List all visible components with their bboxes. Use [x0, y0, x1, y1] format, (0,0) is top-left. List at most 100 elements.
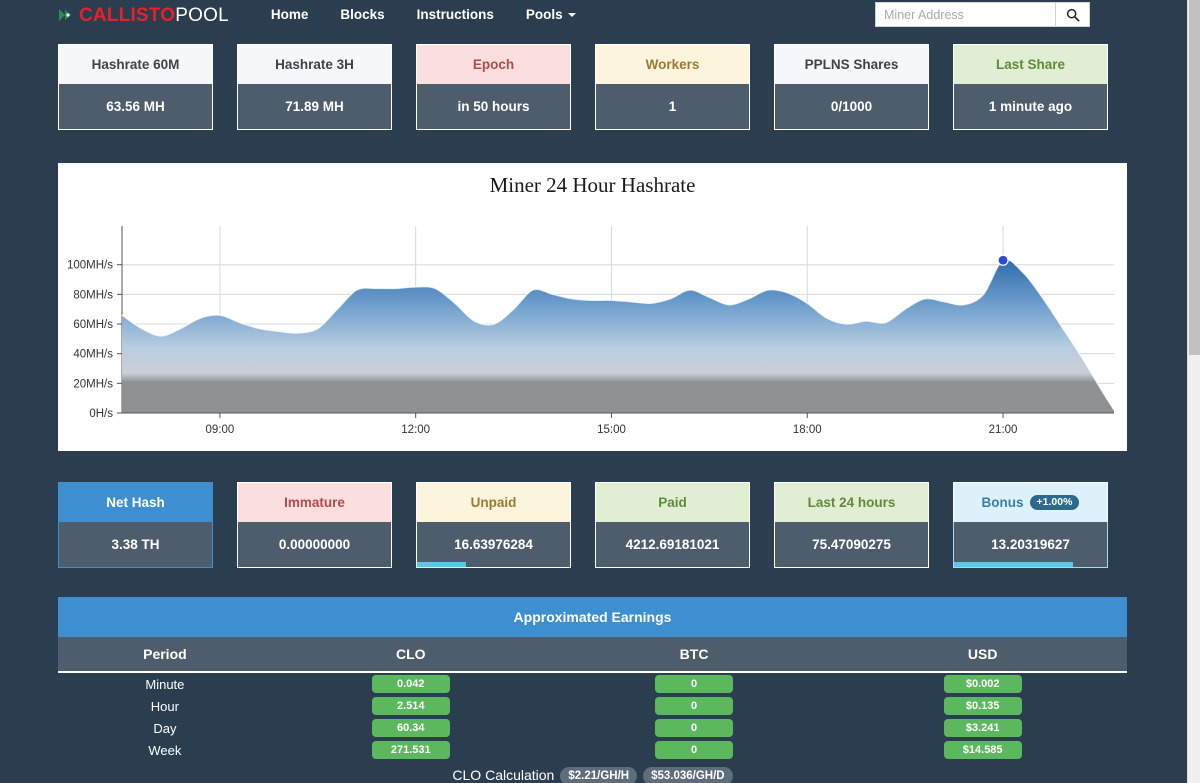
cell-clo-label: 271.531 — [371, 741, 450, 759]
nav-link-home[interactable]: Home — [255, 0, 325, 30]
chart-ytick-label: 0H/s — [89, 408, 113, 420]
chart-title: Miner 24 Hour Hashrate — [489, 173, 696, 197]
page-scrollbar-thumb[interactable] — [1189, 0, 1200, 355]
chart-highlight-point[interactable] — [997, 254, 1009, 266]
brand-logo[interactable]: CALLISTOPOOL — [58, 6, 229, 25]
stat-card-title-text: Last 24 hours — [807, 495, 896, 510]
chart-area[interactable]: 0H/s 20MH/s 40MH/s 60MH/s 80MH/s 100MH/s 09:00… — [59, 198, 1128, 448]
stat-card: Workers 1 — [595, 44, 750, 130]
stat-card-title: Epoch — [416, 44, 571, 84]
stat-card-value-text: 0.00000000 — [278, 537, 351, 552]
nav-link-pools[interactable]: Pools — [510, 0, 592, 30]
stats-row-bottom: Net Hash 3.38 TH Immature 0.00000000 Unpaid 1… — [58, 482, 1108, 568]
stat-card-title-text: Hashrate 60M — [91, 57, 180, 72]
stat-card-value-text: 13.20319627 — [991, 537, 1070, 552]
search-icon — [1066, 8, 1080, 22]
stat-card-title: Bonus +1.00% — [953, 482, 1108, 522]
table-row: Week 271.531 0 $14.585 — [58, 739, 1127, 761]
stat-card-title-text: Bonus — [981, 495, 1024, 510]
stat-card-title-text: Last Share — [995, 57, 1066, 72]
chart-ytick-label: 60MH/s — [73, 319, 113, 331]
stat-card-value: 13.20319627 — [953, 522, 1108, 568]
stat-card-value-text: 71.89 MH — [285, 99, 344, 114]
cell-btc: 0 — [550, 717, 839, 739]
stat-card-title: Workers — [595, 44, 750, 84]
stat-card: Bonus +1.00% 13.20319627 — [953, 482, 1108, 568]
nav-link-pools-label: Pools — [525, 7, 563, 22]
stat-card-value: 75.47090275 — [774, 522, 929, 568]
search-input[interactable] — [875, 2, 1055, 27]
stat-card: PPLNS Shares 0/1000 — [774, 44, 929, 130]
stat-card-value: 4212.69181021 — [595, 522, 750, 568]
stats-row-top: Hashrate 60M 63.56 MH Hashrate 3H 71.89 MH E… — [58, 44, 1108, 130]
chart-xtick-label: 21:00 — [989, 424, 1018, 436]
chart-ytick-label: 20MH/s — [73, 378, 113, 390]
clo-calculation-label: CLO Calculation — [452, 767, 555, 783]
stat-card: Last Share 1 minute ago — [953, 44, 1108, 130]
cell-usd-label: $0.002 — [943, 675, 1022, 693]
stat-card-value: 0.00000000 — [237, 522, 392, 568]
stat-card-value-text: 63.56 MH — [106, 99, 165, 114]
stat-card-value-text: 4212.69181021 — [625, 537, 720, 552]
stat-card: Paid 4212.69181021 — [595, 482, 750, 568]
cell-clo: 2.514 — [272, 695, 550, 717]
stat-card-value-text: 1 minute ago — [988, 99, 1073, 114]
clo-rate-daily-badge: $53.036/GH/D — [643, 767, 733, 783]
cell-usd-label: $14.585 — [943, 741, 1022, 759]
stat-card: Hashrate 60M 63.56 MH — [58, 44, 213, 130]
stat-card: Unpaid 16.63976284 — [416, 482, 571, 568]
stat-card-title-text: Paid — [658, 495, 687, 510]
cell-clo: 271.531 — [272, 739, 550, 761]
cell-btc-label: 0 — [655, 741, 734, 759]
stat-card-title-text: Epoch — [472, 57, 515, 72]
stat-card-title: Net Hash — [58, 482, 213, 522]
cell-btc: 0 — [550, 739, 839, 761]
chart-ytick-label: 40MH/s — [73, 349, 113, 361]
search-button[interactable] — [1055, 2, 1090, 27]
earnings-table: Period CLO BTC USD Minute 0.042 0 $0.002 Hou… — [58, 637, 1127, 761]
cell-period: Hour — [150, 698, 179, 714]
chart-ytick-label: 100MH/s — [67, 260, 113, 272]
stat-card-value-text: 75.47090275 — [812, 537, 891, 552]
table-row: Day 60.34 0 $3.241 — [58, 717, 1127, 739]
chart-ytick-label: 80MH/s — [73, 289, 113, 301]
stat-card: Immature 0.00000000 — [237, 482, 392, 568]
nav-link-blocks[interactable]: Blocks — [324, 0, 400, 30]
stat-card-title: Hashrate 60M — [58, 44, 213, 84]
hashrate-chart-panel: Miner 24 Hour Hashrate 0H/s 20MH/s 40MH/s 6… — [58, 163, 1127, 451]
stat-card: Epoch in 50 hours — [416, 44, 571, 130]
stat-card-title: PPLNS Shares — [774, 44, 929, 84]
cell-btc: 0 — [550, 672, 839, 695]
stat-card-title: Unpaid — [416, 482, 571, 522]
chart-xtick-label: 15:00 — [597, 424, 626, 436]
brand-name-primary: CALLISTO — [79, 4, 176, 26]
col-header-usd: USD — [838, 637, 1127, 673]
stat-card-title: Hashrate 3H — [237, 44, 392, 84]
stat-card-value-text: 3.38 TH — [111, 537, 160, 552]
stat-card-value-text: 1 — [668, 99, 677, 114]
cell-clo-label: 60.34 — [371, 719, 450, 737]
stat-card-value: 1 — [595, 84, 750, 130]
cell-clo: 60.34 — [272, 717, 550, 739]
nav-link-instructions[interactable]: Instructions — [401, 0, 510, 30]
approximated-earnings-panel: Approximated Earnings Period CLO BTC USD… — [58, 597, 1127, 783]
clo-rate-hourly-badge: $2.21/GH/H — [560, 767, 638, 783]
cell-usd: $0.135 — [838, 695, 1127, 717]
callisto-logo-icon — [58, 7, 74, 23]
page-scrollbar-track[interactable] — [1187, 0, 1200, 783]
cell-usd: $3.241 — [838, 717, 1127, 739]
stat-card-title-text: PPLNS Shares — [804, 57, 899, 72]
stat-card-title-text: Hashrate 3H — [275, 57, 354, 72]
cell-clo-label: 2.514 — [371, 697, 450, 715]
stat-card-title-text: Immature — [284, 495, 345, 510]
stat-card-value-text: in 50 hours — [457, 99, 530, 114]
stat-card-value: 16.63976284 — [416, 522, 571, 568]
chart-xtick-label: 09:00 — [206, 424, 235, 436]
stat-card-value-text: 0/1000 — [830, 99, 873, 114]
bonus-badge: +1.00% — [1029, 495, 1080, 510]
stat-card-title: Immature — [237, 482, 392, 522]
chevron-down-icon — [567, 13, 576, 18]
stat-card-value-text: 16.63976284 — [454, 537, 533, 552]
cell-usd: $14.585 — [838, 739, 1127, 761]
stat-card: Last 24 hours 75.47090275 — [774, 482, 929, 568]
